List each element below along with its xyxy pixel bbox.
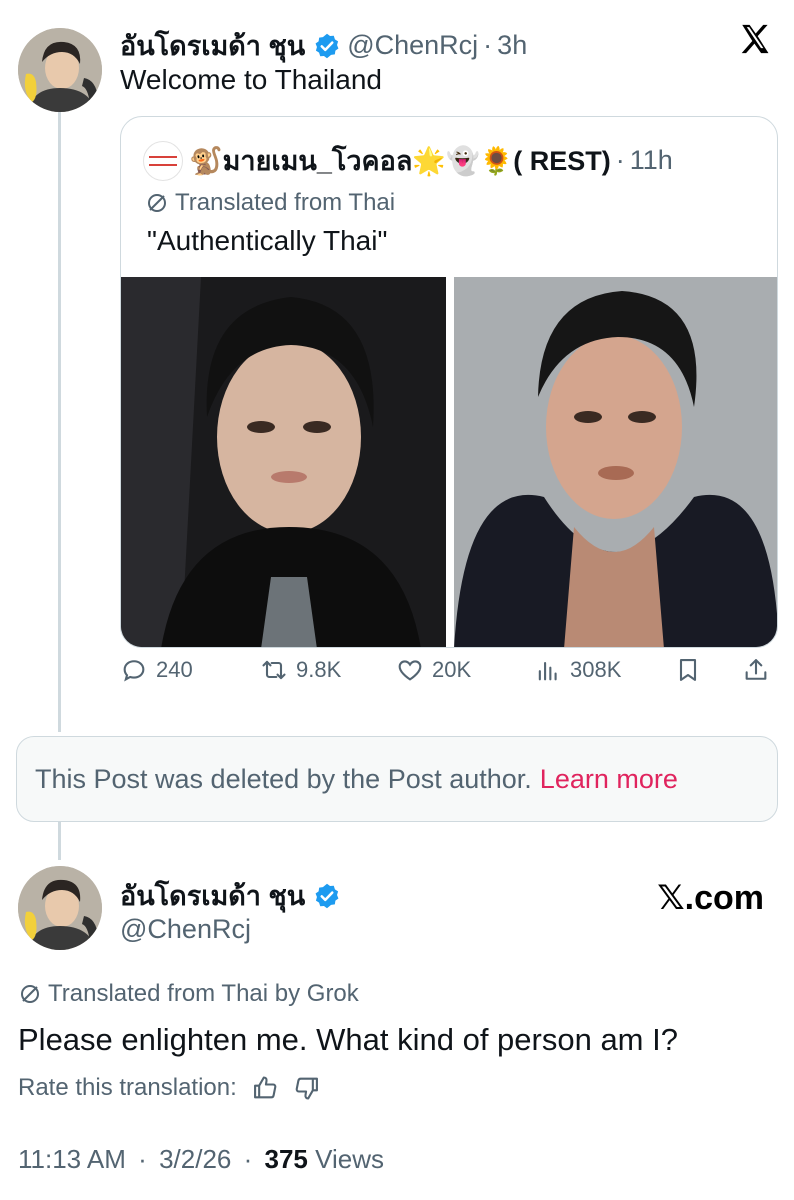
views-button[interactable]: 308K — [534, 656, 621, 684]
author-row: อันโดรเมด้า ชุน — [120, 874, 347, 917]
views-count: 308K — [570, 657, 622, 682]
quoted-photo-1[interactable] — [121, 277, 446, 647]
quoted-time: 11h — [629, 145, 673, 175]
handle[interactable]: @ChenRcj — [347, 30, 478, 61]
post-date[interactable]: 3/2/26 — [159, 1144, 231, 1174]
post-actions: 240 9.8K 20K 308K — [120, 652, 778, 692]
share-button[interactable] — [742, 656, 770, 684]
handle[interactable]: @ChenRcj — [120, 914, 251, 945]
repost-button[interactable]: 9.8K — [260, 656, 341, 684]
rate-translation: Rate this translation: — [18, 1074, 321, 1102]
translated-text: Translated from Thai by Grok — [48, 980, 359, 1007]
views-count[interactable]: 375 — [265, 1144, 308, 1174]
learn-more-link[interactable]: Learn more — [540, 764, 678, 795]
rate-label: Rate this translation: — [18, 1074, 237, 1101]
translate-icon — [21, 985, 39, 1003]
heart-icon — [398, 660, 422, 681]
like-count: 20K — [432, 657, 472, 682]
avatar[interactable] — [18, 866, 102, 950]
verified-badge-icon — [315, 33, 339, 58]
deleted-post-notice: This Post was deleted by the Post author… — [16, 736, 778, 822]
separator-dot: · — [483, 30, 493, 60]
thread-line — [58, 112, 61, 732]
x-logo-icon[interactable] — [738, 22, 772, 56]
reply-count: 240 — [156, 657, 193, 682]
display-name[interactable]: อันโดรเมด้า ชุน — [120, 874, 305, 917]
separator-dot: · — [243, 1144, 253, 1174]
xcom-watermark: 𝕏.com — [657, 879, 764, 917]
verified-badge-icon — [315, 883, 339, 908]
translated-text: Translated from Thai — [175, 189, 396, 216]
views-label: Views — [315, 1144, 385, 1174]
post-time[interactable]: 11:13 AM — [18, 1144, 126, 1174]
thumbs-up-icon[interactable] — [251, 1074, 279, 1102]
separator-dot: · — [615, 145, 625, 175]
thumbs-down-icon[interactable] — [293, 1074, 321, 1102]
avatar[interactable] — [18, 28, 102, 112]
author-row: อันโดรเมด้า ชุน @ChenRcj · 3h — [120, 24, 527, 67]
quoted-post-card[interactable]: 🐒มายเมน_โวคอล🌟👻🌻( REST) · 11h Translated… — [120, 116, 778, 648]
bookmark-icon — [679, 659, 697, 681]
post-text: Welcome to Thailand — [120, 64, 382, 95]
translated-label: Translated from Thai by Grok — [18, 980, 359, 1008]
views-icon — [538, 661, 557, 681]
share-icon — [745, 659, 767, 680]
deleted-notice-text: This Post was deleted by the Post author… — [35, 763, 532, 794]
translate-icon — [148, 194, 166, 212]
reply-icon — [123, 660, 145, 682]
quoted-text: "Authentically Thai" — [147, 225, 388, 256]
translated-label: Translated from Thai — [145, 189, 395, 217]
quoted-author-row: 🐒มายเมน_โวคอล🌟👻🌻( REST) · 11h — [143, 139, 673, 182]
bookmark-button[interactable] — [674, 656, 702, 684]
quoted-display-name[interactable]: 🐒มายเมน_โวคอล🌟👻🌻( REST) — [189, 139, 611, 182]
thread-line-connector — [58, 822, 61, 860]
like-button[interactable]: 20K — [396, 656, 471, 684]
post-time[interactable]: 3h — [497, 30, 527, 61]
repost-icon — [262, 660, 286, 680]
display-name[interactable]: อันโดรเมด้า ชุน — [120, 24, 305, 67]
post-meta: 11:13 AM · 3/2/26 · 375 Views — [18, 1144, 384, 1175]
reply-button[interactable]: 240 — [120, 656, 193, 684]
quoted-avatar[interactable] — [143, 140, 183, 181]
quoted-photo-2[interactable] — [454, 277, 777, 647]
separator-dot: · — [138, 1144, 147, 1174]
post-text: Please enlighten me. What kind of person… — [18, 1022, 678, 1057]
repost-count: 9.8K — [296, 657, 342, 682]
